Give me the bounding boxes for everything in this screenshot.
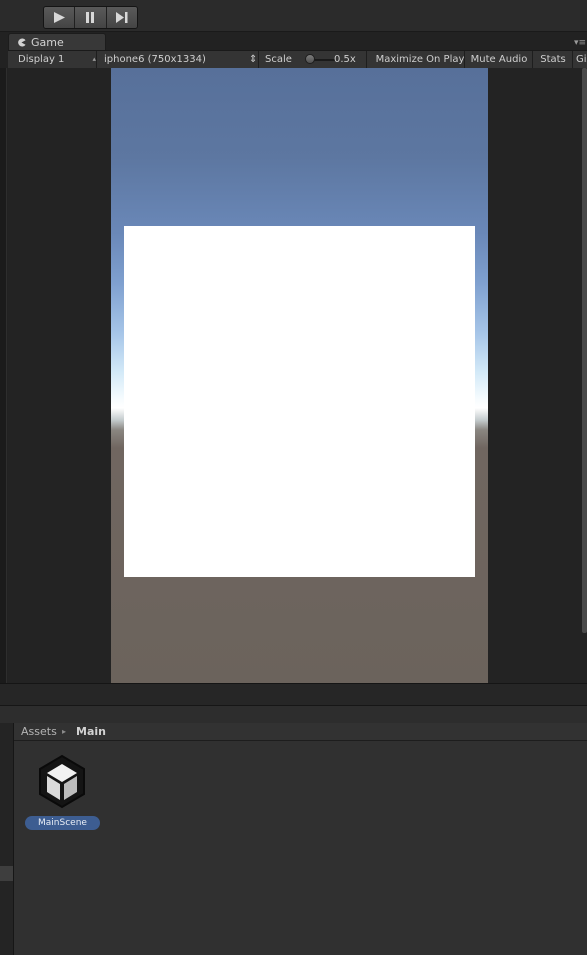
left-panel-edge: [0, 68, 7, 683]
play-icon: [54, 12, 66, 23]
game-viewport[interactable]: [111, 68, 488, 683]
pacman-icon: [18, 38, 26, 47]
folder-tree-selected-row[interactable]: [0, 866, 13, 881]
gizmos-dropdown[interactable]: Gizmos: [572, 51, 587, 68]
project-folder-tree: [0, 723, 14, 955]
display-dropdown[interactable]: Display 1 ▴: [8, 51, 100, 68]
scale-label: Scale: [265, 54, 292, 65]
step-icon: [116, 12, 128, 23]
breadcrumb-main[interactable]: Main: [76, 723, 106, 740]
project-toolbar: [0, 705, 587, 724]
display-dropdown-value: Display 1: [18, 54, 65, 65]
white-panel: [124, 226, 475, 577]
unity-logo-icon[interactable]: [33, 752, 91, 810]
mute-audio-toggle[interactable]: Mute Audio: [464, 51, 533, 68]
resolution-dropdown-value: iphone6 (750x1334): [104, 54, 206, 65]
breadcrumb-arrow-icon: ▸: [62, 727, 67, 736]
tab-game-label: Game: [31, 36, 64, 49]
maximize-on-play-toggle[interactable]: Maximize On Play: [366, 51, 473, 68]
panel-separator: [0, 683, 587, 706]
tab-game[interactable]: Game: [8, 33, 106, 51]
breadcrumb-assets[interactable]: Assets: [21, 723, 57, 740]
resolution-arrows-icon: ⇕: [249, 54, 258, 65]
scale-slider-knob[interactable]: [305, 54, 315, 64]
panel-menu-icon[interactable]: ▾≡: [574, 38, 586, 48]
play-button[interactable]: [44, 7, 76, 28]
scale-value: 0.5x: [334, 54, 356, 65]
asset-label[interactable]: MainScene: [25, 816, 100, 830]
play-controls: [43, 6, 138, 29]
game-view-scrollbar[interactable]: [582, 68, 587, 633]
pause-icon: [86, 12, 95, 23]
breadcrumb: Assets ▸ Main: [14, 723, 587, 741]
asset-grid: [14, 741, 587, 955]
stats-toggle[interactable]: Stats: [532, 51, 573, 68]
resolution-dropdown[interactable]: iphone6 (750x1334): [96, 51, 262, 68]
step-button[interactable]: [106, 7, 137, 28]
game-view-toolbar: Display 1 ▴ iphone6 (750x1334) ⇕ Scale 0…: [8, 50, 587, 69]
pause-button[interactable]: [75, 7, 107, 28]
main-toolbar: [0, 0, 587, 32]
